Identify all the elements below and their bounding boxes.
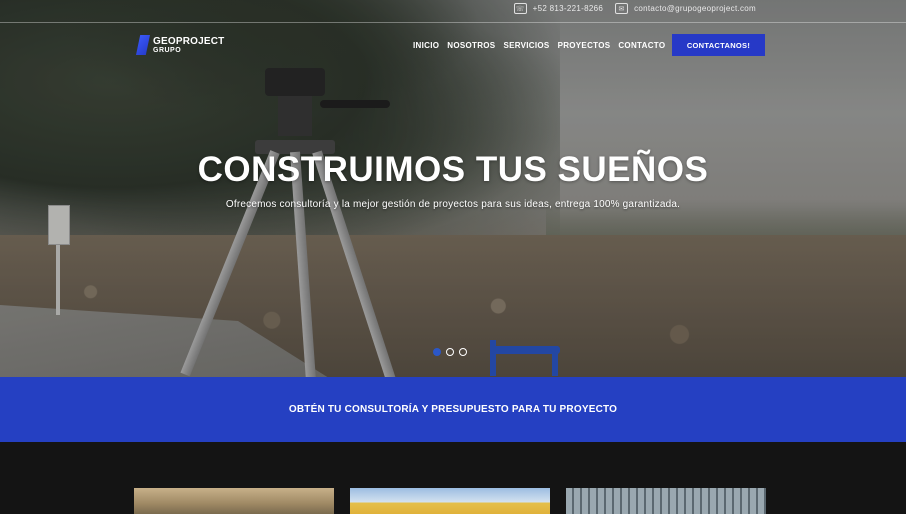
- hero-title: CONSTRUIMOS TUS SUEÑOS: [197, 150, 709, 189]
- project-card-image[interactable]: [350, 488, 550, 514]
- phone-number: +52 813-221-8266: [532, 4, 604, 13]
- hero-subtitle: Ofrecemos consultoría y la mejor gestión…: [225, 199, 681, 210]
- contact-us-button[interactable]: CONTACTANOS!: [672, 34, 765, 56]
- top-contact-bar: ☏ +52 813-221-8266 ✉ contacto@grupogeopr…: [513, 3, 756, 14]
- slider-dot-2[interactable]: [446, 348, 454, 356]
- cta-band[interactable]: OBTÉN TU CONSULTORÍA Y PRESUPUESTO PARA …: [0, 377, 906, 442]
- phone-icon: ☏: [513, 3, 527, 14]
- mail-icon: ✉: [615, 3, 629, 14]
- header-divider: [0, 22, 906, 23]
- project-card-image[interactable]: [134, 488, 334, 514]
- email-contact[interactable]: ✉ contacto@grupogeoproject.com: [615, 3, 756, 14]
- cta-band-text: OBTÉN TU CONSULTORÍA Y PRESUPUESTO PARA …: [288, 404, 618, 415]
- nav-item-contacto[interactable]: CONTACTO: [618, 41, 665, 50]
- logo-text-secondary: GRUPO: [153, 46, 182, 54]
- main-nav: INICIO NOSOTROS SERVICIOS PROYECTOS CONT…: [413, 41, 665, 50]
- nav-item-servicios[interactable]: SERVICIOS: [503, 41, 549, 50]
- slider-dot-1[interactable]: [433, 348, 441, 356]
- slider-pagination: [433, 348, 467, 356]
- site-logo[interactable]: GEOPROJECT GRUPO: [136, 35, 224, 55]
- slider-dot-3[interactable]: [459, 348, 467, 356]
- nav-item-inicio[interactable]: INICIO: [413, 41, 439, 50]
- project-cards: [134, 488, 766, 514]
- logo-text-primary: GEOPROJECT: [153, 35, 225, 47]
- phone-contact[interactable]: ☏ +52 813-221-8266: [513, 3, 604, 14]
- email-address: contacto@grupogeoproject.com: [634, 4, 756, 13]
- project-card-image[interactable]: [566, 488, 766, 514]
- logo-mark-icon: [136, 35, 150, 55]
- nav-item-proyectos[interactable]: PROYECTOS: [558, 41, 611, 50]
- nav-item-nosotros[interactable]: NOSOTROS: [447, 41, 495, 50]
